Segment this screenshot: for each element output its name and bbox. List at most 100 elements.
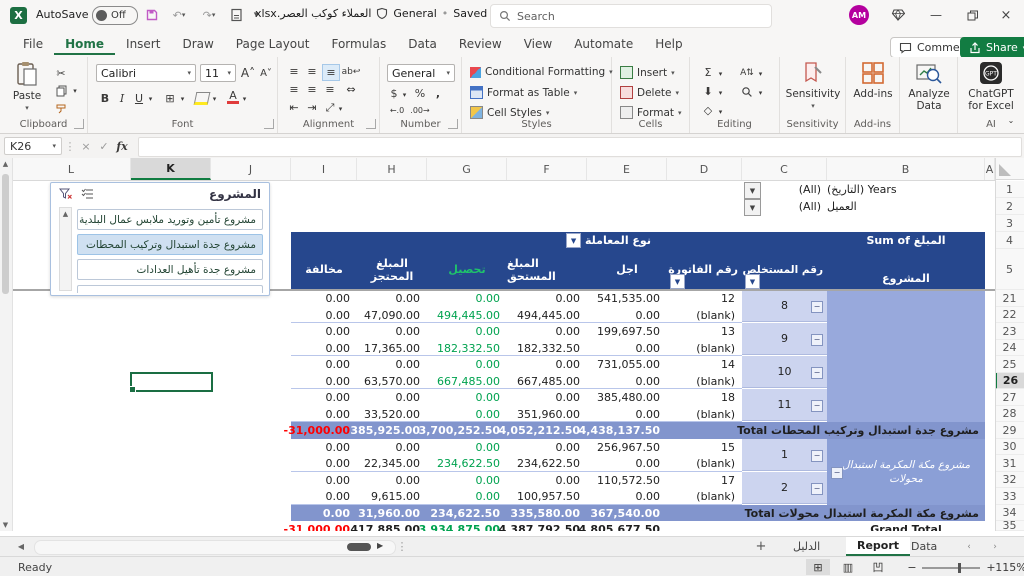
excel-logo-icon[interactable]: X (10, 7, 27, 24)
sheet-nav-next[interactable]: › (988, 540, 1002, 553)
fill-handle[interactable] (129, 386, 136, 393)
row-header-26[interactable]: 26 (995, 373, 1024, 389)
orientation-dropdown[interactable]: ▾ (336, 103, 345, 115)
name-box[interactable]: K26 ▾ (4, 137, 62, 155)
print-preview-button[interactable] (226, 5, 246, 25)
wrap-text-button[interactable]: ab↩ (342, 64, 361, 79)
sort-filter-button[interactable]: A⇅ (738, 65, 756, 80)
increase-indent-button[interactable]: ⇥ (304, 100, 320, 115)
paste-button[interactable]: Paste ▾ (8, 61, 46, 114)
number-dialog-launcher[interactable] (448, 119, 458, 129)
sheet-nav-prev[interactable]: ‹ (962, 540, 976, 553)
copy-button[interactable] (52, 84, 70, 98)
fill-dropdown[interactable]: ▾ (716, 87, 725, 99)
decrease-decimal-button[interactable]: .00→ (410, 103, 430, 117)
normal-view-button[interactable]: ⊞ (806, 559, 830, 575)
font-dialog-launcher[interactable] (264, 119, 274, 129)
collapse-button[interactable]: − (811, 483, 823, 495)
premium-gem-icon[interactable] (880, 0, 916, 30)
hscroll-right-arrow[interactable]: ▶ (377, 541, 383, 550)
column-header-K[interactable]: K (131, 158, 211, 180)
increase-decimal-button[interactable]: ←.0 (387, 103, 407, 117)
redo-button[interactable]: ↷ ▾ (196, 5, 222, 25)
fill-color-button[interactable] (193, 90, 211, 106)
copy-dropdown[interactable]: ▾ (70, 84, 80, 98)
slicer-item-partial[interactable] (77, 285, 263, 293)
decrease-indent-button[interactable]: ⇤ (286, 100, 302, 115)
align-center-button[interactable]: ≡ (304, 82, 320, 97)
row-header-35[interactable]: 35 (995, 519, 1024, 531)
cut-button[interactable]: ✂ (52, 66, 70, 80)
scroll-down-arrow[interactable]: ▼ (0, 521, 11, 529)
collapse-button[interactable]: − (811, 301, 823, 313)
cancel-button[interactable]: × (78, 139, 94, 153)
font-color-button[interactable]: A (226, 89, 240, 106)
minimize-button[interactable]: — (916, 0, 956, 30)
find-select-dropdown[interactable]: ▾ (756, 87, 765, 99)
insert-cells-button[interactable]: Insert ▾ (620, 66, 675, 79)
accounting-format-button[interactable]: $ (387, 86, 401, 101)
ribbon-tab-automate[interactable]: Automate (563, 32, 644, 56)
analyze-data-button[interactable]: Analyze Data (904, 61, 954, 112)
close-button[interactable]: × (988, 0, 1024, 30)
column-header-B[interactable]: B (827, 158, 985, 180)
vertical-scroll-thumb[interactable] (2, 174, 9, 294)
row-header-21[interactable]: 21 (995, 290, 1024, 307)
collapse-button[interactable]: − (831, 467, 843, 479)
merge-center-button[interactable]: ⇔ (342, 82, 360, 97)
row-header-31[interactable]: 31 (995, 455, 1024, 472)
column-header-L[interactable]: L (12, 158, 131, 180)
shrink-font-button[interactable]: A˅ (258, 64, 274, 82)
pivot-extract-group[interactable]: 10 − (742, 356, 827, 388)
font-name-combo[interactable]: Calibri ▾ (96, 64, 196, 82)
pivot-extract-group[interactable]: 2− (742, 472, 827, 504)
sensitivity-badge[interactable]: General (393, 7, 436, 20)
ribbon-tab-data[interactable]: Data (397, 32, 448, 56)
align-bottom-button[interactable]: ≡ (322, 64, 340, 81)
column-header-C[interactable]: C (742, 158, 827, 180)
share-button[interactable]: Share ▾ (960, 37, 1024, 58)
format-painter-button[interactable] (52, 102, 70, 116)
slicer-scrollbar[interactable]: ▲ (59, 207, 72, 291)
ribbon-tab-home[interactable]: Home (54, 32, 116, 56)
grow-font-button[interactable]: A˄ (240, 64, 256, 82)
zoom-slider-thumb[interactable] (958, 563, 961, 573)
collapse-button[interactable]: − (811, 450, 823, 462)
fill-color-dropdown[interactable]: ▾ (210, 93, 219, 105)
borders-dropdown[interactable]: ▾ (178, 93, 187, 105)
column-header-A[interactable]: A (985, 158, 995, 180)
conditional-formatting-button[interactable]: Conditional Formatting ▾ (470, 66, 613, 78)
ribbon-tab-review[interactable]: Review (448, 32, 513, 56)
sheet-tab-الدليل[interactable]: الدليل (782, 537, 831, 556)
sort-filter-dropdown[interactable]: ▾ (756, 68, 765, 80)
search-input[interactable]: Search (490, 4, 772, 28)
autosum-dropdown[interactable]: ▾ (716, 68, 725, 80)
select-all-corner[interactable] (995, 158, 1024, 180)
filter-years-dropdown[interactable]: ▼ (744, 182, 761, 199)
italic-button[interactable]: I (116, 90, 128, 106)
percent-button[interactable]: % (412, 86, 428, 101)
autosave-toggle[interactable]: Off (92, 6, 138, 25)
pivot-project-group[interactable] (827, 290, 985, 422)
bold-button[interactable]: B (98, 90, 112, 106)
underline-button[interactable]: U (132, 90, 146, 106)
collapse-button[interactable]: − (811, 367, 823, 379)
ribbon-tab-file[interactable]: File (12, 32, 54, 56)
multi-select-icon[interactable] (79, 187, 95, 201)
page-break-view-button[interactable]: 凹 (866, 559, 890, 575)
row-header-30[interactable]: 30 (995, 439, 1024, 455)
hscroll-left-arrow[interactable]: ◀ (14, 540, 28, 553)
sheet-tab-Data[interactable]: Data (900, 537, 948, 556)
ribbon-tab-draw[interactable]: Draw (171, 32, 224, 56)
comma-button[interactable]: , (432, 86, 444, 101)
slicer-item-2[interactable]: مشروع جدة تأهيل العدادات (77, 259, 263, 280)
row-header-33[interactable]: 33 (995, 488, 1024, 505)
column-header-H[interactable]: H (357, 158, 427, 180)
underline-dropdown[interactable]: ▾ (146, 93, 155, 105)
row-header-27[interactable]: 27 (995, 389, 1024, 406)
extract-filter-dropdown[interactable]: ▼ (745, 274, 760, 289)
pivot-extract-group[interactable]: 8− (742, 290, 827, 322)
font-size-combo[interactable]: 11 ▾ (200, 64, 236, 82)
tab-splitter[interactable]: ⋮ (397, 540, 408, 553)
sensitivity-button[interactable]: Sensitivity ▾ (785, 61, 841, 112)
